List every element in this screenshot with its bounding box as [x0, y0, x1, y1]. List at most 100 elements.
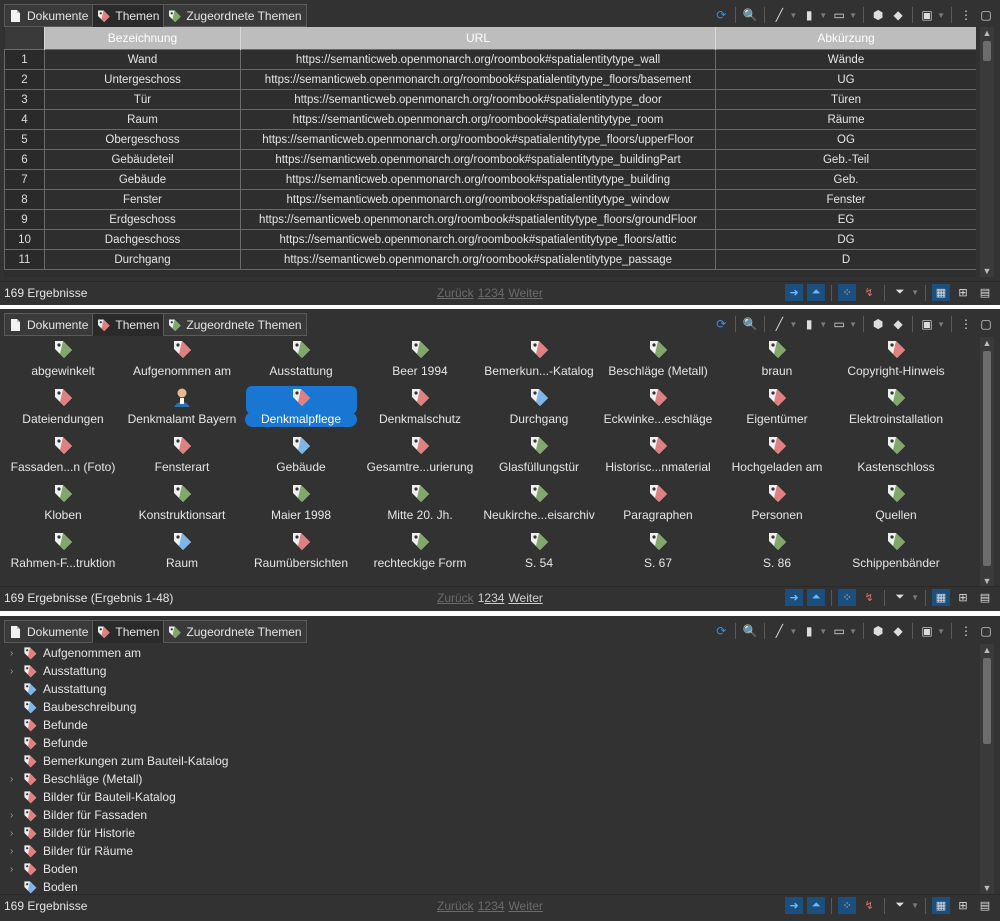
- list-view-icon[interactable]: ▤: [976, 284, 994, 301]
- list-view-icon[interactable]: ▤: [976, 589, 994, 606]
- upload-icon[interactable]: ⏶: [807, 284, 826, 301]
- pin-icon[interactable]: ↯: [860, 589, 878, 606]
- scroll-thumb[interactable]: [983, 658, 991, 744]
- chevron-down-icon[interactable]: ▼: [849, 11, 857, 20]
- tag-item[interactable]: Maier 1998: [242, 483, 360, 523]
- search-icon[interactable]: 🔍: [742, 316, 758, 332]
- tag-item[interactable]: Kloben: [4, 483, 122, 523]
- chevron-right-icon[interactable]: ›: [10, 828, 22, 839]
- copy-icon[interactable]: ▮: [801, 7, 817, 23]
- next-page-link[interactable]: Weiter: [508, 286, 542, 300]
- chevron-right-icon[interactable]: ›: [10, 648, 22, 659]
- upload-icon[interactable]: ⏶: [807, 589, 826, 606]
- table-row[interactable]: 10 Dachgeschoss https://semanticweb.openmo…: [4, 229, 976, 250]
- tree-node[interactable]: › Aufgenommen am: [0, 644, 975, 662]
- chevron-down-icon[interactable]: ▼: [980, 265, 994, 277]
- chevron-down-icon[interactable]: ▼: [789, 11, 797, 20]
- chevron-down-icon[interactable]: ▼: [911, 593, 919, 602]
- search-icon[interactable]: 🔍: [742, 7, 758, 23]
- prev-page-link[interactable]: Zurück: [437, 899, 474, 913]
- tag-item[interactable]: Glasfüllungstür: [480, 435, 598, 475]
- tree-node[interactable]: Baubeschreibung: [0, 698, 975, 716]
- search-icon[interactable]: 🔍: [742, 623, 758, 639]
- box-icon[interactable]: ⬢: [870, 316, 886, 332]
- tab-dokumente[interactable]: Dokumente: [4, 313, 94, 336]
- table-view-icon[interactable]: ▦: [932, 897, 950, 914]
- maximize-icon[interactable]: ▢: [978, 623, 994, 639]
- column-header[interactable]: Abkürzung: [715, 27, 976, 50]
- filter-icon[interactable]: ⏷: [891, 284, 909, 301]
- prev-page-link[interactable]: Zurück: [437, 591, 474, 605]
- tab-themen[interactable]: Themen: [92, 4, 165, 27]
- table-row[interactable]: 5 Obergeschoss https://semanticweb.openmon…: [4, 129, 976, 150]
- edit-icon[interactable]: ╱: [771, 7, 787, 23]
- chevron-right-icon[interactable]: ›: [10, 864, 22, 875]
- tag-icon[interactable]: ◆: [890, 7, 906, 23]
- next-page-link[interactable]: Weiter: [508, 899, 542, 913]
- page-link[interactable]: 4: [498, 591, 505, 605]
- tag-item[interactable]: Aufgenommen am: [123, 339, 241, 379]
- chevron-right-icon[interactable]: ›: [10, 774, 22, 785]
- grid-view-icon[interactable]: ⊞: [954, 284, 972, 301]
- tree-node[interactable]: Ausstattung: [0, 680, 975, 698]
- display-icon[interactable]: ▭: [831, 623, 847, 639]
- more-icon[interactable]: ⋮: [958, 316, 974, 332]
- graph-icon[interactable]: ⁘: [838, 589, 857, 606]
- tag-item[interactable]: Fensterart: [123, 435, 241, 475]
- table-row[interactable]: 1 Wand https://semanticweb.openmonarch.org…: [4, 49, 976, 70]
- export-icon[interactable]: ▣: [919, 7, 935, 23]
- table-row[interactable]: 2 Untergeschoss https://semanticweb.openmo…: [4, 69, 976, 90]
- tag-item[interactable]: Bemerkun...-Katalog: [480, 339, 598, 379]
- pin-icon[interactable]: ↯: [860, 284, 878, 301]
- table-row[interactable]: 4 Raum https://semanticweb.openmonarch.org…: [4, 109, 976, 130]
- tag-item[interactable]: Paragraphen: [599, 483, 717, 523]
- table-row[interactable]: 7 Gebäude https://semanticweb.openmonarch.…: [4, 169, 976, 190]
- arrow-right-icon[interactable]: ➜: [785, 589, 804, 606]
- tab-dokumente[interactable]: Dokumente: [4, 4, 94, 27]
- chevron-down-icon[interactable]: ▼: [819, 320, 827, 329]
- prev-page-link[interactable]: Zurück: [437, 286, 474, 300]
- tag-item[interactable]: Dateiendungen: [4, 387, 122, 427]
- tag-item[interactable]: Copyright-Hinweis: [837, 339, 955, 379]
- chevron-up-icon[interactable]: ▲: [980, 337, 994, 349]
- chevron-down-icon[interactable]: ▼: [819, 11, 827, 20]
- tag-item[interactable]: Denkmalpflege: [242, 387, 360, 427]
- arrow-right-icon[interactable]: ➜: [785, 284, 804, 301]
- tag-item[interactable]: Schippenbänder: [837, 531, 955, 571]
- next-page-link[interactable]: Weiter: [508, 591, 542, 605]
- chevron-up-icon[interactable]: ▲: [980, 644, 994, 656]
- upload-icon[interactable]: ⏶: [807, 897, 826, 914]
- tree-node[interactable]: › Bilder für Historie: [0, 824, 975, 842]
- tag-item[interactable]: Fassaden...n (Foto): [4, 435, 122, 475]
- display-icon[interactable]: ▭: [831, 7, 847, 23]
- graph-icon[interactable]: ⁘: [838, 897, 857, 914]
- tab-themen[interactable]: Themen: [92, 313, 165, 336]
- tag-item[interactable]: Rahmen-F...truktion: [4, 531, 122, 571]
- tag-item[interactable]: Kastenschloss: [837, 435, 955, 475]
- edit-icon[interactable]: ╱: [771, 316, 787, 332]
- grid-view-icon[interactable]: ⊞: [954, 589, 972, 606]
- tab-zugeordnete-themen[interactable]: Zugeordnete Themen: [163, 313, 307, 336]
- tag-item[interactable]: Konstruktionsart: [123, 483, 241, 523]
- chevron-down-icon[interactable]: ▼: [789, 627, 797, 636]
- tag-item[interactable]: Mitte 20. Jh.: [361, 483, 479, 523]
- maximize-icon[interactable]: ▢: [978, 7, 994, 23]
- more-icon[interactable]: ⋮: [958, 623, 974, 639]
- edit-icon[interactable]: ╱: [771, 623, 787, 639]
- chevron-down-icon[interactable]: ▼: [849, 320, 857, 329]
- chevron-right-icon[interactable]: ›: [10, 810, 22, 821]
- tag-item[interactable]: Raum: [123, 531, 241, 571]
- tag-item[interactable]: S. 54: [480, 531, 598, 571]
- table-view-icon[interactable]: ▦: [932, 589, 950, 606]
- export-icon[interactable]: ▣: [919, 623, 935, 639]
- table-view-icon[interactable]: ▦: [932, 284, 950, 301]
- tag-item[interactable]: Raumübersichten: [242, 531, 360, 571]
- chevron-down-icon[interactable]: ▼: [937, 11, 945, 20]
- vertical-scrollbar[interactable]: ▲ ▼: [980, 337, 994, 587]
- chevron-down-icon[interactable]: ▼: [937, 627, 945, 636]
- scroll-thumb[interactable]: [983, 351, 991, 566]
- table-row[interactable]: 3 Tür https://semanticweb.openmonarch.org/…: [4, 89, 976, 110]
- tag-item[interactable]: Eckwinke...eschläge: [599, 387, 717, 427]
- chevron-down-icon[interactable]: ▼: [819, 627, 827, 636]
- tag-icon[interactable]: ◆: [890, 623, 906, 639]
